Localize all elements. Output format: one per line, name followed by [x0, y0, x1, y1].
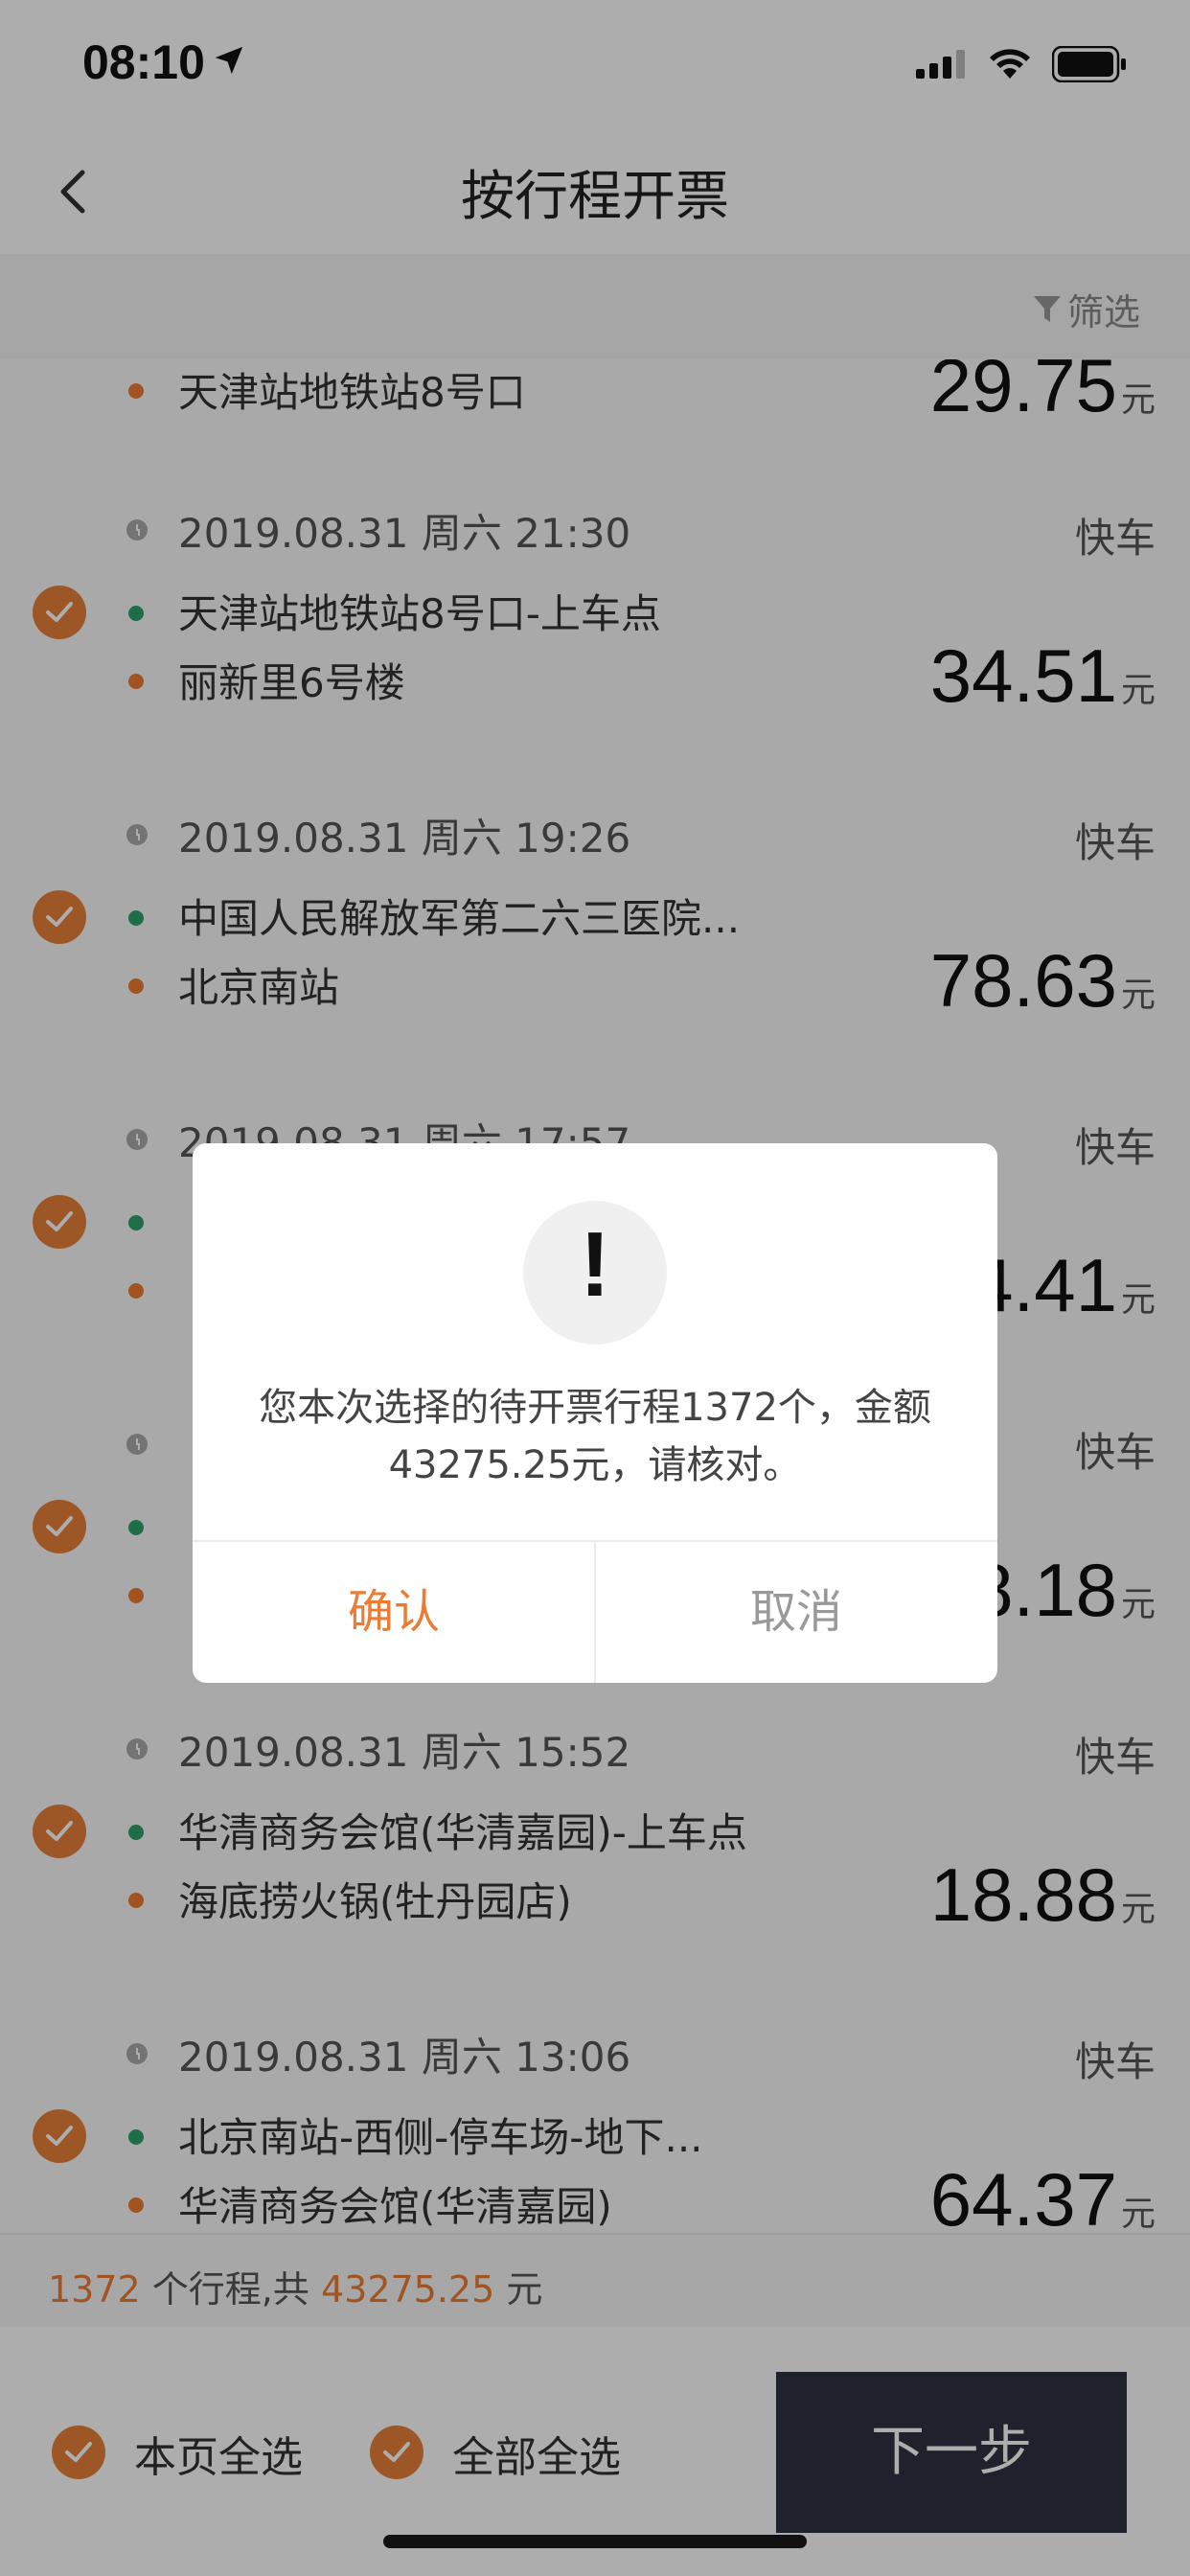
confirm-button[interactable]: 确认 — [193, 1542, 595, 1683]
exclamation-glyph: ! — [580, 1213, 610, 1316]
dialog-message-line2: 43275.25元，请核对。 — [388, 1443, 802, 1487]
dialog-message-line1: 您本次选择的待开票行程1372个，金额 — [259, 1386, 931, 1430]
dialog-message: 您本次选择的待开票行程1372个，金额 43275.25元，请核对。 — [231, 1379, 959, 1494]
confirm-dialog: ! 您本次选择的待开票行程1372个，金额 43275.25元，请核对。 确认 … — [193, 1143, 997, 1683]
home-indicator[interactable] — [383, 2535, 807, 2548]
cancel-button[interactable]: 取消 — [595, 1542, 997, 1683]
exclamation-icon: ! — [523, 1201, 667, 1345]
